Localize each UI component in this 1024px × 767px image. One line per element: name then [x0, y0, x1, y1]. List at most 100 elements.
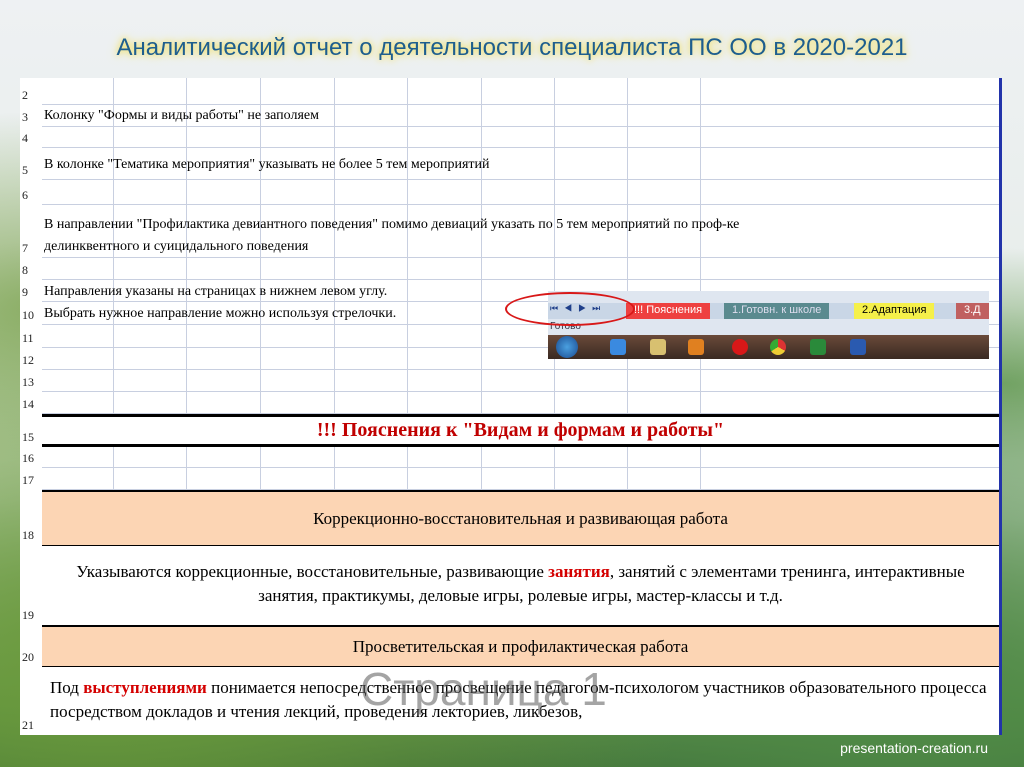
row-header[interactable]: 21 — [20, 667, 42, 735]
row-header[interactable]: 2 — [20, 78, 42, 105]
column-line — [481, 348, 482, 370]
column-line — [334, 325, 335, 348]
column-line — [700, 392, 701, 414]
tab-explanations[interactable]: !!! Пояснения — [626, 303, 711, 319]
column-line — [481, 447, 482, 468]
column-line — [334, 78, 335, 105]
page-watermark: Страница 1 — [360, 663, 607, 715]
column-line — [260, 127, 261, 148]
row-header[interactable]: 3 — [20, 105, 42, 127]
column-line — [554, 392, 555, 414]
tab-school[interactable]: 1.Готовн. к школе — [724, 303, 830, 319]
column-line — [186, 468, 187, 490]
column-line — [186, 348, 187, 370]
column-line — [334, 127, 335, 148]
column-line — [186, 180, 187, 205]
sheet-row — [42, 447, 999, 468]
excel-icon[interactable] — [810, 339, 826, 355]
column-line — [186, 447, 187, 468]
column-line — [627, 105, 628, 127]
column-line — [407, 370, 408, 392]
row-header[interactable]: 7 — [20, 205, 42, 258]
row-header[interactable]: 11 — [20, 325, 42, 348]
row-header[interactable]: 18 — [20, 490, 42, 545]
column-line — [186, 78, 187, 105]
start-icon[interactable] — [556, 336, 578, 358]
row-header[interactable]: 19 — [20, 545, 42, 625]
note-row-10: Выбрать нужное направление можно использ… — [44, 306, 397, 321]
sheet-row — [42, 180, 999, 205]
row-header[interactable]: 13 — [20, 370, 42, 392]
row-header[interactable]: 20 — [20, 625, 42, 667]
column-line — [407, 348, 408, 370]
column-line — [407, 180, 408, 205]
folder-icon[interactable] — [650, 339, 666, 355]
opera-icon[interactable] — [732, 339, 748, 355]
row-header[interactable]: 14 — [20, 392, 42, 414]
word-icon[interactable] — [850, 339, 866, 355]
column-line — [554, 148, 555, 180]
column-line — [554, 180, 555, 205]
column-line — [627, 180, 628, 205]
column-line — [260, 258, 261, 280]
column-line — [407, 258, 408, 280]
row-header[interactable]: 8 — [20, 258, 42, 280]
column-line — [481, 258, 482, 280]
tab-adaptation[interactable]: 2.Адаптация — [854, 303, 935, 319]
column-line — [407, 127, 408, 148]
row-header[interactable]: 9 — [20, 280, 42, 302]
column-line — [334, 180, 335, 205]
column-line — [260, 392, 261, 414]
media-icon[interactable] — [688, 339, 704, 355]
row-header[interactable]: 16 — [20, 447, 42, 468]
column-line — [407, 392, 408, 414]
column-line — [554, 258, 555, 280]
column-line — [407, 468, 408, 490]
highlight-word: занятия — [548, 562, 610, 581]
row-header[interactable]: 6 — [20, 180, 42, 205]
row-header[interactable]: 12 — [20, 348, 42, 370]
column-line — [554, 447, 555, 468]
column-line — [334, 447, 335, 468]
sheet-row — [42, 127, 999, 148]
column-line — [627, 468, 628, 490]
column-line — [627, 258, 628, 280]
row-header[interactable]: 17 — [20, 468, 42, 490]
text: Под — [50, 678, 84, 697]
section-education-title: Просветительская и профилактическая рабо… — [42, 625, 999, 667]
column-line — [113, 325, 114, 348]
tab-3[interactable]: 3.Д — [956, 303, 989, 319]
column-line — [186, 258, 187, 280]
column-line — [113, 127, 114, 148]
column-line — [334, 105, 335, 127]
column-line — [407, 105, 408, 127]
site-credit: presentation-creation.ru — [840, 740, 988, 756]
column-line — [554, 105, 555, 127]
column-line — [334, 392, 335, 414]
row-header[interactable]: 15 — [20, 414, 42, 447]
column-line — [481, 180, 482, 205]
spreadsheet: Колонку "Формы и виды работы" не заполяе… — [20, 78, 1002, 735]
taskbar — [548, 335, 989, 359]
column-line — [700, 180, 701, 205]
row-header[interactable]: 4 — [20, 127, 42, 148]
column-line — [260, 325, 261, 348]
sheet-row — [42, 468, 999, 490]
row-header[interactable]: 5 — [20, 148, 42, 180]
column-line — [186, 325, 187, 348]
ie-icon[interactable] — [610, 339, 626, 355]
column-line — [627, 148, 628, 180]
column-line — [700, 78, 701, 105]
column-line — [260, 468, 261, 490]
column-line — [481, 280, 482, 302]
section-correction-text: Указываются коррекционные, восстановител… — [42, 546, 999, 626]
column-line — [481, 302, 482, 325]
note-row-7a: В направлении "Профилактика девиантного … — [44, 217, 740, 232]
column-line — [700, 127, 701, 148]
column-line — [407, 325, 408, 348]
column-line — [113, 180, 114, 205]
row-header[interactable]: 10 — [20, 302, 42, 325]
chrome-icon[interactable] — [770, 339, 786, 355]
column-line — [260, 447, 261, 468]
column-line — [260, 180, 261, 205]
